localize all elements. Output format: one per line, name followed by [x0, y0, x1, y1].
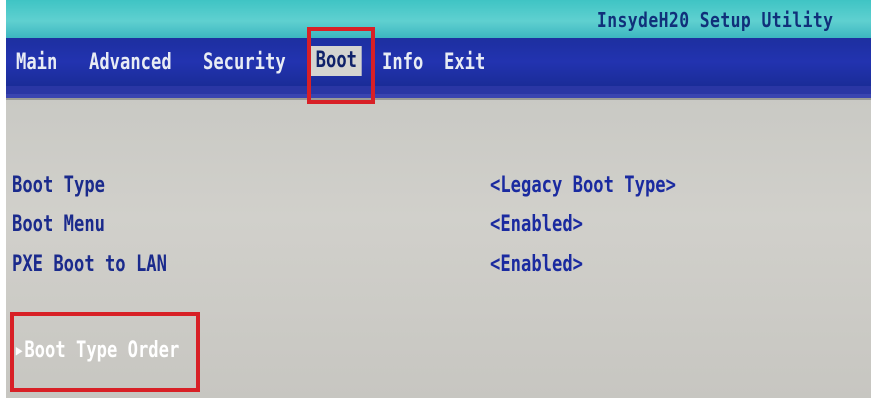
tab-main[interactable]: Main [16, 48, 57, 78]
tab-exit[interactable]: Exit [444, 48, 485, 78]
menu-bar: Main Advanced Security Boot Info Exit [6, 38, 871, 86]
setting-value-boot-menu[interactable]: <Enabled> [490, 211, 583, 239]
setting-label-pxe-boot: PXE Boot to LAN [12, 252, 167, 277]
title-bar: InsydeH20 Setup Utility [6, 0, 871, 38]
tab-advanced[interactable]: Advanced [89, 48, 172, 78]
menu-separator [6, 86, 871, 94]
tab-security[interactable]: Security [203, 48, 286, 78]
panel-top-line [6, 98, 871, 100]
setting-value-pxe-boot[interactable]: <Enabled> [490, 251, 583, 279]
setting-label-boot-type: Boot Type [12, 173, 105, 198]
boot-type-order-highlight-box [10, 312, 200, 392]
setting-label-boot-menu: Boot Menu [12, 212, 105, 237]
boot-tab-highlight-box [307, 27, 375, 104]
app-title: InsydeH20 Setup Utility [596, 8, 833, 32]
tab-info[interactable]: Info [382, 48, 423, 78]
setting-value-boot-type[interactable]: <Legacy Boot Type> [490, 172, 676, 200]
